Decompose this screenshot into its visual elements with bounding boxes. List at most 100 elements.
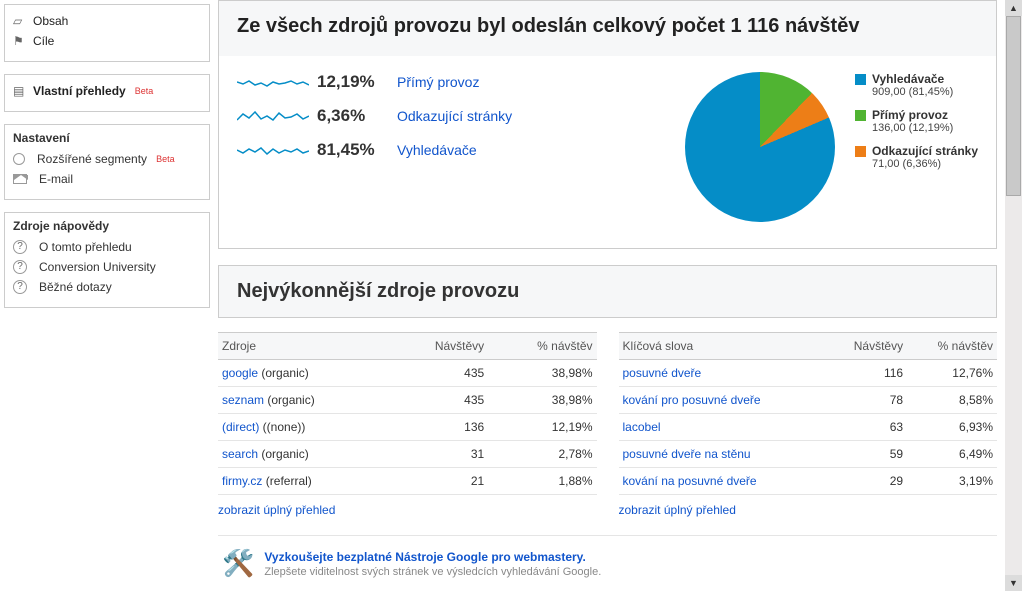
table-row: firmy.cz (referral)211,88% (218, 468, 597, 495)
legend-name: Přímý provoz (872, 108, 953, 122)
scroll-down-icon[interactable]: ▼ (1005, 575, 1022, 591)
source-type: (organic) (258, 447, 309, 461)
visits-cell: 435 (390, 387, 488, 414)
pct-cell: 38,98% (488, 360, 596, 387)
table-row: search (organic) 312,78% (218, 441, 597, 468)
source-type: (organic) (264, 393, 315, 407)
sidebar-item-label: Obsah (33, 14, 68, 28)
source-link[interactable]: lacobel (623, 420, 661, 434)
col-header: % návštěv (488, 333, 596, 360)
sidebar-item-label: Conversion University (39, 260, 156, 274)
visits-cell: 63 (826, 414, 907, 441)
table-row: posuvné dveře na stěnu 596,49% (619, 441, 998, 468)
pct-cell: 38,98% (488, 387, 596, 414)
legend-value: 136,00 (12,19%) (872, 122, 953, 134)
help-heading: Zdroje nápovědy (13, 219, 201, 233)
wrench-icon: 🛠️ (222, 548, 254, 579)
sidebar-item-label: Cíle (33, 34, 54, 48)
source-link[interactable]: posuvné dveře (623, 366, 702, 380)
visits-cell: 31 (390, 441, 488, 468)
legend-swatch (855, 74, 866, 85)
legend-value: 909,00 (81,45%) (872, 86, 953, 98)
promo-link[interactable]: Vyzkoušejte bezplatné Nástroje Google pr… (264, 550, 585, 564)
legend-name: Vyhledávače (872, 72, 953, 86)
legend-swatch (855, 110, 866, 121)
sidebar-item-email[interactable]: E-mail (13, 169, 201, 189)
table-row: posuvné dveře 11612,76% (619, 360, 998, 387)
report-icon: ▤ (13, 84, 27, 98)
col-header: Návštěvy (826, 333, 907, 360)
help-item-about[interactable]: ? O tomto přehledu (13, 237, 201, 257)
stat-direct: 12,19% Přímý provoz (237, 72, 661, 92)
full-report-link[interactable]: zobrazit úplný přehled (218, 503, 335, 517)
help-item-conversion[interactable]: ? Conversion University (13, 257, 201, 277)
source-link[interactable]: firmy.cz (222, 474, 262, 488)
sparkline-search (237, 140, 309, 160)
section-title: Nejvýkonnější zdroje provozu (218, 265, 997, 318)
pct-cell: 12,19% (488, 414, 596, 441)
scrollbar[interactable]: ▲ ▼ (1005, 0, 1022, 591)
sparkline-direct (237, 72, 309, 92)
source-link[interactable]: (direct) (222, 420, 259, 434)
legend-swatch (855, 146, 866, 157)
stat-label-link[interactable]: Odkazující stránky (397, 108, 512, 124)
pct-cell: 6,49% (907, 441, 997, 468)
mail-icon (13, 174, 27, 184)
table-row: lacobel636,93% (619, 414, 998, 441)
col-header: Návštěvy (390, 333, 488, 360)
settings-heading: Nastavení (13, 131, 201, 145)
sidebar-item-custom-reports[interactable]: ▤ Vlastní přehledy Beta (13, 81, 201, 101)
source-link[interactable]: seznam (222, 393, 264, 407)
source-link[interactable]: search (222, 447, 258, 461)
sidebar-item-label: Vlastní přehledy (33, 84, 126, 98)
scroll-thumb[interactable] (1006, 16, 1021, 196)
source-link[interactable]: posuvné dveře na stěnu (623, 447, 751, 461)
stat-label-link[interactable]: Vyhledávače (397, 142, 477, 158)
stat-referral: 6,36% Odkazující stránky (237, 106, 661, 126)
col-header: % návštěv (907, 333, 997, 360)
legend-row: Odkazující stránky71,00 (6,36%) (855, 144, 978, 170)
source-type: (referral) (262, 474, 311, 488)
col-header: Klíčová slova (619, 333, 826, 360)
sidebar-item-label: Rozšířené segmenty (37, 152, 147, 166)
segment-icon (13, 153, 25, 165)
help-icon: ? (13, 260, 27, 274)
help-icon: ? (13, 240, 27, 254)
table-row: seznam (organic) 43538,98% (218, 387, 597, 414)
flag-icon: ⚑ (13, 34, 27, 48)
visits-cell: 21 (390, 468, 488, 495)
visits-cell: 59 (826, 441, 907, 468)
stat-percent: 6,36% (317, 106, 389, 126)
visits-cell: 78 (826, 387, 907, 414)
legend-row: Vyhledávače909,00 (81,45%) (855, 72, 978, 98)
sidebar-item-label: O tomto přehledu (39, 240, 132, 254)
source-link[interactable]: google (222, 366, 258, 380)
pct-cell: 2,78% (488, 441, 596, 468)
pct-cell: 12,76% (907, 360, 997, 387)
source-type: ((none)) (259, 420, 305, 434)
col-header: Zdroje (218, 333, 390, 360)
help-item-faq[interactable]: ? Běžné dotazy (13, 277, 201, 297)
sidebar-item-segments[interactable]: Rozšířené segmenty Beta (13, 149, 201, 169)
source-link[interactable]: kování pro posuvné dveře (623, 393, 761, 407)
pct-cell: 8,58% (907, 387, 997, 414)
source-link[interactable]: kování na posuvné dveře (623, 474, 757, 488)
content-icon: ▱ (13, 14, 27, 28)
help-icon: ? (13, 280, 27, 294)
sources-table: Zdroje Návštěvy % návštěv google (organi… (218, 332, 597, 517)
table-row: google (organic)43538,98% (218, 360, 597, 387)
stat-percent: 81,45% (317, 140, 389, 160)
sidebar-item-label: E-mail (39, 172, 73, 186)
pie-legend: Vyhledávače909,00 (81,45%) Přímý provoz1… (855, 72, 978, 180)
full-report-link[interactable]: zobrazit úplný přehled (619, 503, 736, 517)
beta-badge: Beta (135, 86, 154, 96)
sidebar-item-label: Běžné dotazy (39, 280, 112, 294)
stat-label-link[interactable]: Přímý provoz (397, 74, 479, 90)
sidebar-item-content[interactable]: ▱ Obsah (13, 11, 201, 31)
scroll-up-icon[interactable]: ▲ (1005, 0, 1022, 16)
pct-cell: 3,19% (907, 468, 997, 495)
sidebar-item-goals[interactable]: ⚑ Cíle (13, 31, 201, 51)
stat-search: 81,45% Vyhledávače (237, 140, 661, 160)
table-row: (direct) ((none))13612,19% (218, 414, 597, 441)
visits-cell: 116 (826, 360, 907, 387)
